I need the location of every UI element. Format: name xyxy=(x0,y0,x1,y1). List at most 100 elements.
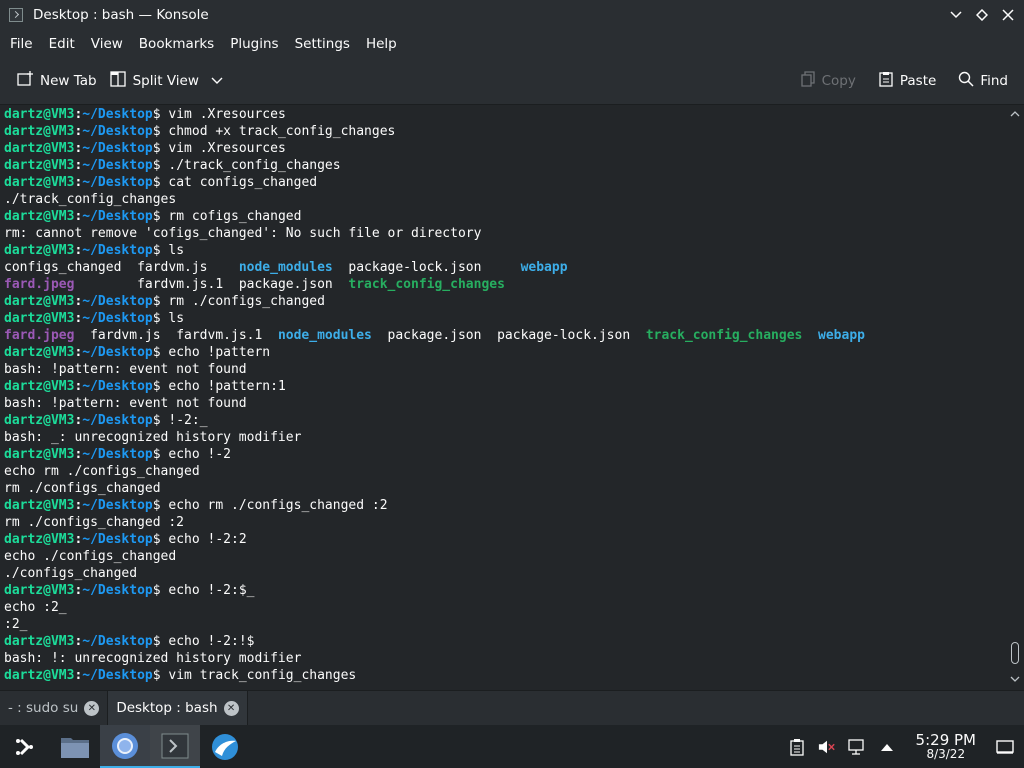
tab-sudo-su[interactable]: - : sudo su ✕ xyxy=(0,691,107,725)
close-icon[interactable] xyxy=(998,5,1018,25)
output-text: ./track_config_changes xyxy=(4,192,177,207)
menu-file[interactable]: File xyxy=(2,36,41,52)
ls-entry-img: fard.jpeg xyxy=(4,328,75,343)
prompt-path: ~/Desktop xyxy=(82,294,153,309)
ls-entry: fardvm.js.1 package.json xyxy=(74,277,349,292)
prompt-path: ~/Desktop xyxy=(82,413,153,428)
output-text: bash: !pattern: event not found xyxy=(4,362,247,377)
window-title: Desktop : bash — Konsole xyxy=(33,7,209,23)
terminal-output-line: echo :2_ xyxy=(4,599,865,616)
chevron-down-icon[interactable] xyxy=(211,73,223,89)
terminal-output-line: bash: !pattern: event not found xyxy=(4,361,865,378)
digital-clock[interactable]: 5:29 PM 8/3/22 xyxy=(916,732,976,761)
prompt-user: dartz@VM3 xyxy=(4,634,75,649)
prompt-command: $ echo !pattern:1 xyxy=(152,379,286,394)
file-manager-icon[interactable] xyxy=(50,725,100,768)
clipboard-icon[interactable] xyxy=(788,738,806,756)
terminal-prompt-line: dartz@VM3:~/Desktop$ ./track_config_chan… xyxy=(4,157,865,174)
scroll-down-icon[interactable] xyxy=(1010,676,1020,686)
ls-entry-dir: node_modules xyxy=(277,328,372,343)
ls-entry-dir: webapp xyxy=(818,328,865,343)
restore-icon[interactable] xyxy=(972,5,992,25)
split-view-icon xyxy=(109,70,127,92)
terminal-output-line: rm ./configs_changed :2 xyxy=(4,514,865,531)
terminal-prompt-line: dartz@VM3:~/Desktop$ echo !-2 xyxy=(4,446,865,463)
prompt-user: dartz@VM3 xyxy=(4,311,75,326)
prompt-user: dartz@VM3 xyxy=(4,668,75,683)
prompt-command: $ ls xyxy=(152,243,185,258)
scrollbar-track[interactable] xyxy=(1013,122,1017,672)
prompt-command: $ vim .Xresources xyxy=(152,141,286,156)
scrollbar-thumb[interactable] xyxy=(1011,642,1019,664)
ls-entry: configs_changed xyxy=(4,260,138,275)
prompt-user: dartz@VM3 xyxy=(4,583,75,598)
terminal-output-line: fard.jpeg fardvm.js.1 package.json track… xyxy=(4,276,865,293)
terminal-prompt-line: dartz@VM3:~/Desktop$ vim .Xresources xyxy=(4,140,865,157)
menu-plugins[interactable]: Plugins xyxy=(222,36,286,52)
browser-icon[interactable] xyxy=(200,725,250,768)
tab-desktop-bash[interactable]: Desktop : bash ✕ xyxy=(107,691,248,725)
menu-bar: File Edit View Bookmarks Plugins Setting… xyxy=(0,30,1024,58)
prompt-path: ~/Desktop xyxy=(82,141,153,156)
prompt-user: dartz@VM3 xyxy=(4,107,75,122)
terminal-output-line: ./track_config_changes xyxy=(4,191,865,208)
app-launcher-icon[interactable] xyxy=(0,725,50,768)
terminal-output-line: ./configs_changed xyxy=(4,565,865,582)
prompt-user: dartz@VM3 xyxy=(4,498,75,513)
terminal-prompt-line: dartz@VM3:~/Desktop$ vim .Xresources xyxy=(4,106,865,123)
terminal-output-line: :2_ xyxy=(4,616,865,633)
prompt-command: $ echo !pattern xyxy=(152,345,271,360)
prompt-user: dartz@VM3 xyxy=(4,141,75,156)
konsole-app-icon[interactable] xyxy=(9,8,23,22)
terminal-prompt-line: dartz@VM3:~/Desktop$ cat configs_changed xyxy=(4,174,865,191)
prompt-command: $ cat configs_changed xyxy=(152,175,318,190)
output-text: echo :2_ xyxy=(4,600,67,615)
prompt-command: $ ls xyxy=(152,311,185,326)
copy-button[interactable]: Copy xyxy=(794,66,862,96)
prompt-path: ~/Desktop xyxy=(82,634,153,649)
close-tab-icon[interactable]: ✕ xyxy=(84,700,100,716)
menu-edit[interactable]: Edit xyxy=(41,36,83,52)
menu-bookmarks[interactable]: Bookmarks xyxy=(131,36,222,52)
title-bar[interactable]: Desktop : bash — Konsole xyxy=(0,0,1024,30)
prompt-user: dartz@VM3 xyxy=(4,447,75,462)
show-desktop-icon[interactable] xyxy=(996,738,1014,756)
find-button[interactable]: Find xyxy=(952,66,1014,96)
show-hidden-icons-arrow[interactable] xyxy=(878,738,896,756)
scroll-up-icon[interactable] xyxy=(1010,110,1020,120)
konsole-icon[interactable] xyxy=(150,725,200,768)
terminal-prompt-line: dartz@VM3:~/Desktop$ echo !-2:$_ xyxy=(4,582,865,599)
paste-button[interactable]: Paste xyxy=(872,66,942,96)
output-text: echo ./configs_changed xyxy=(4,549,177,564)
new-tab-icon xyxy=(16,70,34,92)
output-text: rm: cannot remove 'cofigs_changed': No s… xyxy=(4,226,482,241)
ls-entry-exe: track_config_changes xyxy=(645,328,803,343)
prompt-user: dartz@VM3 xyxy=(4,532,75,547)
toolbar: New Tab Split View Copy Paste Find xyxy=(0,58,1024,105)
terminal-output: dartz@VM3:~/Desktop$ vim .Xresources dart… xyxy=(4,106,865,684)
output-text: :2_ xyxy=(4,617,28,632)
split-view-button[interactable]: Split View xyxy=(103,66,229,96)
terminal-prompt-line: dartz@VM3:~/Desktop$ chmod +x track_conf… xyxy=(4,123,865,140)
tab-label: Desktop : bash xyxy=(116,700,218,716)
menu-help[interactable]: Help xyxy=(358,36,405,52)
menu-settings[interactable]: Settings xyxy=(287,36,358,52)
prompt-user: dartz@VM3 xyxy=(4,294,75,309)
prompt-user: dartz@VM3 xyxy=(4,124,75,139)
terminal-scrollbar[interactable] xyxy=(1008,106,1022,690)
minimize-icon[interactable] xyxy=(946,5,966,25)
volume-muted-icon[interactable] xyxy=(818,738,836,756)
menu-view[interactable]: View xyxy=(83,36,131,52)
tab-label: - : sudo su xyxy=(8,700,79,716)
prompt-user: dartz@VM3 xyxy=(4,209,75,224)
terminal-area[interactable]: dartz@VM3:~/Desktop$ vim .Xresources dart… xyxy=(0,106,1024,690)
network-icon[interactable] xyxy=(847,738,866,756)
close-tab-icon[interactable]: ✕ xyxy=(223,700,239,716)
new-tab-button[interactable]: New Tab xyxy=(10,66,103,96)
session-tab-bar: - : sudo su ✕ Desktop : bash ✕ xyxy=(0,690,1024,725)
output-text: rm ./configs_changed xyxy=(4,481,161,496)
prompt-path: ~/Desktop xyxy=(82,209,153,224)
terminal-prompt-line: dartz@VM3:~/Desktop$ ls xyxy=(4,310,865,327)
chromium-icon[interactable] xyxy=(100,725,150,768)
prompt-command: $ ./track_config_changes xyxy=(152,158,341,173)
